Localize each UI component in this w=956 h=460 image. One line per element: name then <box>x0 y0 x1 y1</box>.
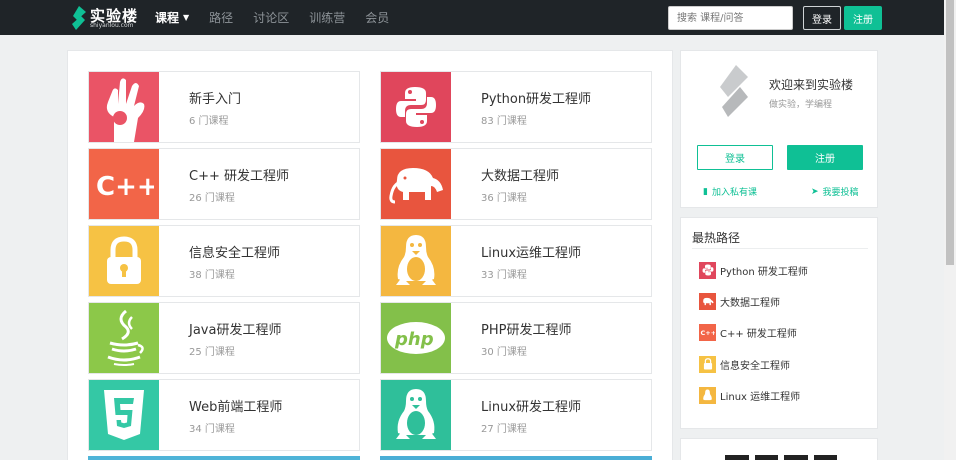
nav-item-bootcamp[interactable]: 训练营 <box>309 9 345 26</box>
ok-hand-icon <box>89 72 159 142</box>
top-nav-bar: 实验楼 shiyanlou.com 课程 ▼ 路径 讨论区 训练营 会员 登录 … <box>0 0 944 35</box>
tux-penguin-icon <box>699 386 716 404</box>
course-card-security[interactable]: 信息安全工程师 38 门课程 <box>88 225 360 297</box>
main-nav: 课程 ▼ 路径 讨论区 训练营 会员 <box>155 0 409 35</box>
caret-down-icon: ▼ <box>183 13 190 22</box>
bookmark-icon: ▮ <box>703 186 708 197</box>
welcome-title: 欢迎来到实验楼 <box>769 78 854 92</box>
nav-item-vip[interactable]: 会员 <box>365 9 389 26</box>
cpp-icon: C++ <box>89 149 159 219</box>
nav-item-forum[interactable]: 讨论区 <box>253 9 289 26</box>
sidebar-login-button[interactable]: 登录 <box>697 145 773 170</box>
course-card-partial[interactable] <box>88 456 360 460</box>
java-cup-icon <box>89 303 159 373</box>
course-title: 大数据工程师 <box>481 169 560 184</box>
hot-path-label: 信息安全工程师 <box>720 360 790 372</box>
course-count: 6 门课程 <box>189 116 229 127</box>
hot-path-item-bigdata[interactable]: 大数据工程师 <box>699 292 780 310</box>
hot-path-label: 大数据工程师 <box>720 297 780 309</box>
padlock-icon <box>89 226 159 296</box>
link-label: 我要投稿 <box>822 188 859 198</box>
shiyanlou-logo-icon <box>72 6 86 30</box>
python-icon <box>381 72 451 142</box>
course-title: Linux运维工程师 <box>481 246 582 261</box>
course-title: C++ 研发工程师 <box>189 169 289 184</box>
course-title: 信息安全工程师 <box>189 246 281 261</box>
course-count: 25 门课程 <box>189 347 235 358</box>
course-card-java[interactable]: Java研发工程师 25 门课程 <box>88 302 360 374</box>
course-card-linux-dev[interactable]: Linux研发工程师 27 门课程 <box>380 379 652 451</box>
course-title: Web前端工程师 <box>189 400 283 415</box>
divider <box>692 248 868 249</box>
hot-paths-title: 最热路径 <box>692 231 741 245</box>
cpp-icon: C++ <box>699 323 716 341</box>
nav-item-paths[interactable]: 路径 <box>209 9 233 26</box>
tux-penguin-icon <box>381 226 451 296</box>
link-label: 加入私有课 <box>711 188 757 198</box>
send-icon: ➤ <box>811 186 819 197</box>
course-count: 34 门课程 <box>189 424 235 435</box>
shiyanlou-logo-icon <box>720 65 748 117</box>
page-scrollbar[interactable] <box>944 0 956 460</box>
course-count: 33 门课程 <box>481 270 527 281</box>
php-icon: php <box>381 303 451 373</box>
nav-label: 课程 <box>155 11 180 25</box>
padlock-icon <box>699 355 716 373</box>
course-card-bigdata[interactable]: 大数据工程师 36 门课程 <box>380 148 652 220</box>
course-card-cpp[interactable]: C++ C++ 研发工程师 26 门课程 <box>88 148 360 220</box>
nav-item-courses[interactable]: 课程 ▼ <box>155 9 189 26</box>
qr-banner-icon <box>725 455 837 460</box>
course-count: 38 门课程 <box>189 270 235 281</box>
course-count: 27 门课程 <box>481 424 527 435</box>
svg-text:C++: C++ <box>96 172 154 199</box>
tux-penguin-icon <box>381 380 451 450</box>
nav-label: 路径 <box>209 11 234 25</box>
welcome-subtitle: 做实验，学编程 <box>769 100 833 110</box>
course-count: 30 门课程 <box>481 347 527 358</box>
hot-path-item-cpp[interactable]: C++ C++ 研发工程师 <box>699 323 797 341</box>
hot-path-label: C++ 研发工程师 <box>720 328 797 340</box>
register-button[interactable]: 注册 <box>844 6 882 30</box>
course-count: 36 门课程 <box>481 193 527 204</box>
course-card-linux-ops[interactable]: Linux运维工程师 33 门课程 <box>380 225 652 297</box>
python-icon <box>699 261 716 279</box>
scrollbar-thumb[interactable] <box>946 0 954 265</box>
search-input[interactable] <box>668 6 793 30</box>
nav-label: 会员 <box>365 11 390 25</box>
svg-text:php: php <box>394 329 434 350</box>
logo-subtext: shiyanlou.com <box>90 22 134 29</box>
html5-icon <box>89 380 159 450</box>
course-card-python[interactable]: Python研发工程师 83 门课程 <box>380 71 652 143</box>
hot-paths-card: 最热路径 Python 研发工程师 大数据工程师 C++ C++ 研发工程师 信… <box>680 217 878 429</box>
hot-path-item-python[interactable]: Python 研发工程师 <box>699 261 808 279</box>
course-card-web[interactable]: Web前端工程师 34 门课程 <box>88 379 360 451</box>
hot-path-label: Python 研发工程师 <box>720 266 808 278</box>
course-title: PHP研发工程师 <box>481 323 572 338</box>
course-title: Java研发工程师 <box>189 323 282 338</box>
hot-path-item-security[interactable]: 信息安全工程师 <box>699 355 790 373</box>
course-title: Python研发工程师 <box>481 92 592 107</box>
nav-label: 训练营 <box>309 11 346 25</box>
course-title: Linux研发工程师 <box>481 400 582 415</box>
course-count: 83 门课程 <box>481 116 527 127</box>
course-card-partial[interactable] <box>380 456 652 460</box>
login-button[interactable]: 登录 <box>803 6 841 30</box>
nav-label: 讨论区 <box>253 11 290 25</box>
hot-path-item-linux-ops[interactable]: Linux 运维工程师 <box>699 386 800 404</box>
course-card-php[interactable]: php PHP研发工程师 30 门课程 <box>380 302 652 374</box>
course-category-panel: 新手入门 6 门课程 Python研发工程师 83 门课程 C++ C++ 研发… <box>67 50 673 460</box>
hot-path-label: Linux 运维工程师 <box>720 391 801 403</box>
welcome-card: 欢迎来到实验楼 做实验，学编程 登录 注册 ▮ 加入私有课 ➤ 我要投稿 <box>680 50 878 208</box>
svg-text:C++: C++ <box>701 329 716 336</box>
hadoop-elephant-icon <box>381 149 451 219</box>
sidebar-register-button[interactable]: 注册 <box>787 145 863 170</box>
join-private-course-link[interactable]: ▮ 加入私有课 <box>703 185 757 199</box>
course-card-beginner[interactable]: 新手入门 6 门课程 <box>88 71 360 143</box>
sidebar-partial-card <box>680 438 878 460</box>
course-title: 新手入门 <box>189 92 242 107</box>
site-logo[interactable]: 实验楼 shiyanlou.com <box>70 5 140 31</box>
course-count: 26 门课程 <box>189 193 235 204</box>
hadoop-elephant-icon <box>699 292 716 310</box>
contribute-link[interactable]: ➤ 我要投稿 <box>811 185 859 199</box>
